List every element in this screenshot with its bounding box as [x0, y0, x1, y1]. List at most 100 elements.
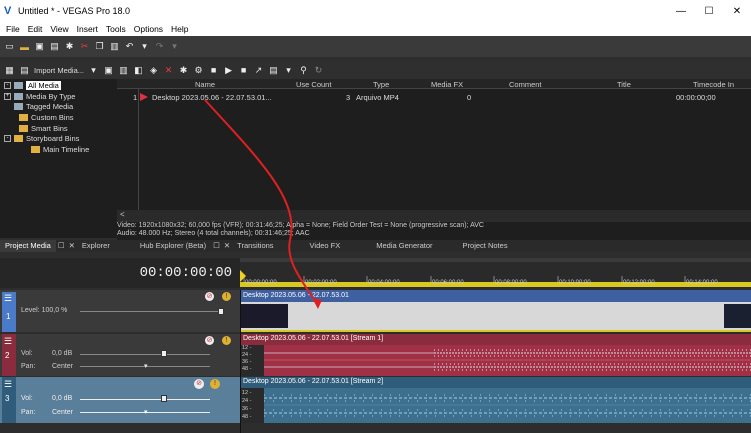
get-media-icon[interactable]: ▥ — [118, 65, 129, 76]
pan-slider[interactable]: ▾ — [144, 362, 148, 370]
pan-value: Center — [52, 363, 74, 370]
close-button[interactable]: ✕ — [723, 0, 751, 22]
save-icon[interactable]: ▣ — [34, 41, 45, 52]
cut-icon[interactable]: ✂ — [79, 41, 90, 52]
view-mode-icon[interactable]: ▤ — [268, 65, 279, 76]
pan-slider[interactable]: ▾ — [144, 408, 148, 416]
volume-slider[interactable] — [161, 395, 167, 402]
level-slider[interactable] — [218, 308, 224, 315]
tab-project-media[interactable]: Project Media — [0, 240, 56, 252]
mute-icon[interactable]: ⊘ — [205, 292, 214, 301]
tab-video-fx[interactable]: Video FX — [305, 240, 346, 252]
properties-gear-icon[interactable]: ✱ — [64, 41, 75, 52]
menu-insert[interactable]: Insert — [77, 24, 98, 34]
new-project-icon[interactable]: ▭ — [4, 41, 15, 52]
views-icon[interactable]: ▦ — [4, 65, 15, 76]
save-as-icon[interactable]: ▤ — [49, 41, 60, 52]
col-title[interactable]: Title — [617, 80, 631, 89]
redo-dropdown-icon[interactable]: ▾ — [169, 41, 180, 52]
tab-project-notes[interactable]: Project Notes — [458, 240, 513, 252]
media-web-icon[interactable]: ◧ — [133, 65, 144, 76]
track-menu-icon[interactable]: ☰ — [4, 293, 12, 304]
menu-view[interactable]: View — [50, 24, 68, 34]
mute-icon[interactable]: ⊘ — [205, 336, 214, 345]
maximize-button[interactable]: ☐ — [695, 0, 723, 22]
remove-icon[interactable]: ✕ — [163, 65, 174, 76]
audio-clip-title[interactable]: Desktop 2023.05.06 - 22.07.53.01 [Stream… — [243, 335, 383, 342]
all-media-icon — [14, 81, 23, 89]
auto-preview-icon[interactable]: ↗ — [253, 65, 264, 76]
vol-value: 0,0 dB — [52, 395, 73, 402]
search-refresh-icon[interactable]: ↻ — [313, 65, 324, 76]
col-type[interactable]: Type — [373, 80, 389, 89]
tree-item-all-media[interactable]: - All Media — [4, 80, 61, 90]
tab-media-generator[interactable]: Media Generator — [371, 240, 437, 252]
video-info-text: Video: 1920x1080x32; 60,000 fps (VFR); 0… — [117, 222, 484, 229]
grid-horizontal-scrollbar[interactable]: < — [117, 210, 751, 220]
copy-icon[interactable]: ❐ — [94, 41, 105, 52]
window-docking-tabs: Project Media ☐ ✕ Explorer Hub Explorer … — [0, 240, 751, 252]
track-menu-icon[interactable]: ☰ — [4, 379, 12, 390]
import-dropdown-icon[interactable]: ▾ — [88, 65, 99, 76]
tab-close-icon[interactable]: ✕ — [67, 240, 77, 252]
col-media-fx[interactable]: Media FX — [431, 80, 463, 89]
tab-hub-explorer[interactable]: Hub Explorer (Beta) — [135, 240, 211, 252]
menu-edit[interactable]: Edit — [28, 24, 43, 34]
menu-tools[interactable]: Tools — [106, 24, 126, 34]
tree-item-smart-bins[interactable]: Smart Bins — [19, 123, 68, 133]
mute-icon[interactable]: ⊘ — [194, 379, 204, 389]
stop-icon[interactable]: ■ — [208, 65, 219, 76]
tab-pin-icon[interactable]: ☐ — [56, 240, 67, 252]
col-use-count[interactable]: Use Count — [296, 80, 331, 89]
tree-item-custom-bins[interactable]: Custom Bins — [19, 112, 74, 122]
tree-item-main-timeline[interactable]: Main Timeline — [31, 144, 89, 154]
import-media-icon[interactable]: ▤ — [19, 65, 30, 76]
db-scale: 48 - — [242, 366, 252, 372]
undo-icon[interactable]: ↶ — [124, 41, 135, 52]
timeline-ruler[interactable]: 00:00:00:00 00:02:00:00 00:04:00:00 00:0… — [240, 258, 751, 288]
import-media-button[interactable]: Import Media... — [34, 66, 84, 75]
col-comment[interactable]: Comment — [509, 80, 542, 89]
audio-clip-title[interactable]: Desktop 2023.05.06 - 22.07.53.01 [Stream… — [243, 378, 383, 385]
scroll-left-icon[interactable]: < — [120, 210, 125, 219]
media-fx-icon[interactable]: ◈ — [148, 65, 159, 76]
title-bar: V Untitled * - VEGAS Pro 18.0 — ☐ ✕ — [0, 0, 751, 22]
tree-item-media-by-type[interactable]: + Media By Type — [4, 91, 75, 101]
video-clip-title[interactable]: Desktop 2023.05.06 - 22.07.53.01 — [243, 292, 349, 299]
tab-explorer[interactable]: Explorer — [77, 240, 115, 252]
play-icon[interactable]: ▶ — [223, 65, 234, 76]
col-name[interactable]: Name — [195, 80, 215, 89]
solo-icon[interactable]: ! — [210, 379, 220, 389]
solo-icon[interactable]: ! — [222, 336, 231, 345]
audio-track-1-area[interactable]: Desktop 2023.05.06 - 22.07.53.01 [Stream… — [240, 334, 751, 376]
menu-help[interactable]: Help — [171, 24, 188, 34]
capture-icon[interactable]: ▣ — [103, 65, 114, 76]
tree-item-storyboard-bins[interactable]: - Storyboard Bins — [4, 133, 79, 143]
media-properties-icon[interactable]: ✱ — [178, 65, 189, 76]
search-icon[interactable]: ⚲ — [298, 65, 309, 76]
video-track-area[interactable]: Desktop 2023.05.06 - 22.07.53.01 — [240, 290, 751, 332]
col-timecode-in[interactable]: Timecode In — [693, 80, 734, 89]
paste-icon[interactable]: ▥ — [109, 41, 120, 52]
menu-options[interactable]: Options — [134, 24, 163, 34]
redo-icon[interactable]: ↷ — [154, 41, 165, 52]
tab-close-icon[interactable]: ✕ — [222, 240, 232, 252]
media-fx-plugin-icon[interactable]: ⚙ — [193, 65, 204, 76]
tab-transitions[interactable]: Transitions — [232, 240, 278, 252]
autoplay-icon[interactable]: ■ — [238, 65, 249, 76]
undo-dropdown-icon[interactable]: ▾ — [139, 41, 150, 52]
audio-track-2-area[interactable]: Desktop 2023.05.06 - 22.07.53.01 [Stream… — [240, 377, 751, 423]
minimize-button[interactable]: — — [667, 0, 695, 22]
volume-slider[interactable] — [161, 350, 167, 357]
open-icon[interactable]: ▬ — [19, 41, 30, 52]
track-header-audio-2[interactable]: ☰ 3 ⊘ ! Vol: 0,0 dB Pan: Center ▾ — [0, 377, 240, 423]
tab-pin-icon[interactable]: ☐ — [211, 240, 222, 252]
track-header-video[interactable]: ☰ 1 ⊘ ! Level: 100,0 % — [0, 290, 240, 332]
track-header-audio-1[interactable]: ☰ 2 ⊘ ! Vol: 0,0 dB Pan: Center ▾ — [0, 334, 240, 376]
tree-item-tagged-media[interactable]: Tagged Media — [14, 101, 73, 111]
ruler-mark: 00:08:00:00 — [495, 280, 527, 286]
menu-file[interactable]: File — [6, 24, 20, 34]
view-mode-dropdown-icon[interactable]: ▾ — [283, 65, 294, 76]
track-menu-icon[interactable]: ☰ — [4, 336, 12, 347]
solo-icon[interactable]: ! — [222, 292, 231, 301]
